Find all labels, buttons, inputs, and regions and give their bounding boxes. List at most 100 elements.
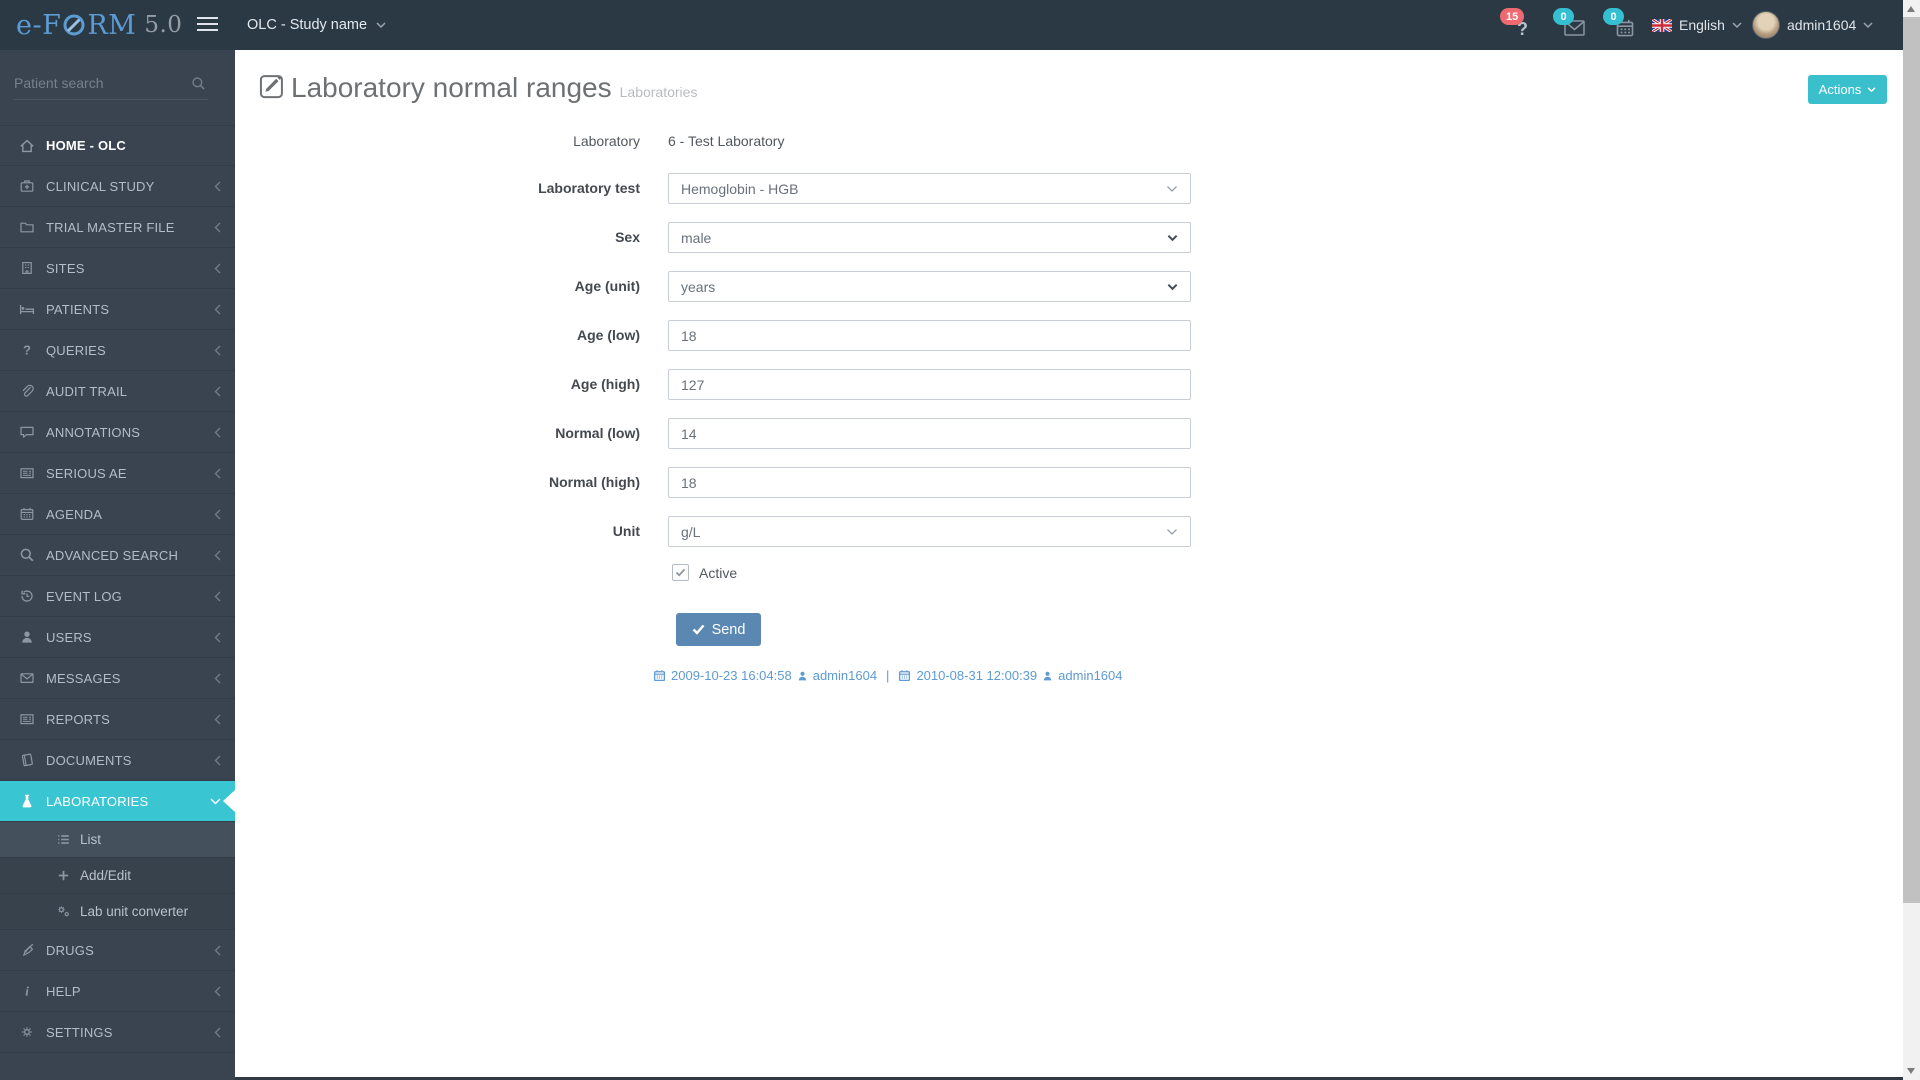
created-by-link[interactable]: admin1604 xyxy=(813,668,877,683)
language-selector[interactable]: English xyxy=(1652,0,1742,50)
submenu-item-add-edit[interactable]: Add/Edit xyxy=(0,858,235,894)
page-subtitle: Laboratories xyxy=(619,84,698,100)
sidebar-item-users[interactable]: USERS xyxy=(0,617,235,658)
age-low-input[interactable] xyxy=(668,320,1191,351)
sidebar-item-help[interactable]: i HELP xyxy=(0,971,235,1012)
newspaper-icon xyxy=(18,465,35,481)
calendar-icon xyxy=(899,670,911,682)
sidebar-item-laboratories[interactable]: LABORATORIES xyxy=(0,781,235,822)
sidebar-item-settings[interactable]: SETTINGS xyxy=(0,1012,235,1053)
sidebar-item-serious-ae[interactable]: SERIOUS AE xyxy=(0,453,235,494)
form-row-age-low: Age (low) xyxy=(235,320,1903,351)
unit-select[interactable]: g/L xyxy=(668,516,1191,547)
chevron-down-icon xyxy=(1167,234,1178,242)
chevron-down-icon xyxy=(1166,528,1178,536)
chevron-down-icon xyxy=(1867,86,1876,92)
sidebar-item-trial-master-file[interactable]: TRIAL MASTER FILE xyxy=(0,207,235,248)
list-icon xyxy=(56,832,71,847)
submenu-item-list[interactable]: List xyxy=(0,822,235,858)
active-checkbox[interactable] xyxy=(672,564,689,581)
sidebar-item-home[interactable]: HOME - OLC xyxy=(0,125,235,166)
edit-pencil-square-icon xyxy=(258,72,286,100)
sidebar-item-sites[interactable]: SITES xyxy=(0,248,235,289)
chevron-left-icon xyxy=(214,986,221,997)
unit-label: Unit xyxy=(612,523,640,539)
form-row-age-high: Age (high) xyxy=(235,369,1903,400)
sex-label: Sex xyxy=(615,229,640,245)
laboratory-test-label: Laboratory test xyxy=(538,180,640,196)
audit-separator: | xyxy=(886,668,890,683)
sidebar-item-annotations[interactable]: ANNOTATIONS xyxy=(0,412,235,453)
sidebar-toggle-hamburger-icon[interactable] xyxy=(197,17,218,33)
form-row-laboratory: Laboratory 6 - Test Laboratory xyxy=(235,133,1903,164)
sidebar-item-clinical-study[interactable]: CLINICAL STUDY xyxy=(0,166,235,207)
normal-high-label: Normal (high) xyxy=(549,474,640,490)
normal-low-label: Normal (low) xyxy=(555,425,640,441)
created-date-link[interactable]: 2009-10-23 16:04:58 xyxy=(671,668,792,683)
sex-select[interactable]: male xyxy=(668,222,1191,253)
chevron-left-icon xyxy=(214,550,221,561)
help-button[interactable]: 15 ? xyxy=(1500,8,1540,44)
logo-text-prefix: e-F xyxy=(16,9,62,41)
username-label: admin1604 xyxy=(1787,17,1857,33)
question-icon: ? xyxy=(18,342,35,358)
search-icon xyxy=(18,547,35,563)
user-menu[interactable]: admin1604 xyxy=(1752,0,1873,50)
sidebar-item-event-log[interactable]: EVENT LOG xyxy=(0,576,235,617)
language-label: English xyxy=(1679,17,1725,33)
send-button[interactable]: Send xyxy=(676,613,761,646)
logo-text-suffix: RM xyxy=(87,9,137,41)
normal-low-input[interactable] xyxy=(668,418,1191,449)
age-high-input[interactable] xyxy=(668,369,1191,400)
app-logo: e-F RM 5.0 xyxy=(16,0,182,50)
age-unit-select[interactable]: years xyxy=(668,271,1191,302)
sidebar-item-audit-trail[interactable]: AUDIT TRAIL xyxy=(0,371,235,412)
laboratories-submenu: List Add/Edit Lab unit converter xyxy=(0,822,235,930)
scrollbar-up-arrow[interactable] xyxy=(1907,6,1915,12)
chevron-left-icon xyxy=(214,427,221,438)
form-row-laboratory-test: Laboratory test Hemoglobin - HGB xyxy=(235,173,1903,204)
envelope-icon xyxy=(18,670,35,686)
chevron-left-icon xyxy=(214,632,221,643)
actions-button[interactable]: Actions xyxy=(1808,75,1887,104)
laboratory-test-select[interactable]: Hemoglobin - HGB xyxy=(668,173,1191,204)
sidebar-item-agenda[interactable]: AGENDA xyxy=(0,494,235,535)
sidebar-item-advanced-search[interactable]: ADVANCED SEARCH xyxy=(0,535,235,576)
sidebar-item-messages[interactable]: MESSAGES xyxy=(0,658,235,699)
normal-high-input[interactable] xyxy=(668,467,1191,498)
sidebar-item-queries[interactable]: ? QUERIES xyxy=(0,330,235,371)
user-icon xyxy=(18,629,35,645)
top-navbar: e-F RM 5.0 OLC - Study name 15 ? 0 0 Eng… xyxy=(0,0,1903,50)
check-icon xyxy=(692,624,704,635)
patient-search-input[interactable] xyxy=(14,68,182,98)
chevron-left-icon xyxy=(214,181,221,192)
laboratory-value: 6 - Test Laboratory xyxy=(668,133,785,149)
scrollbar-down-arrow[interactable] xyxy=(1907,1068,1915,1074)
chevron-left-icon xyxy=(214,1027,221,1038)
agenda-button[interactable]: 0 xyxy=(1603,8,1643,44)
chevron-down-icon xyxy=(1732,21,1742,28)
chevron-left-icon xyxy=(214,222,221,233)
sidebar-item-drugs[interactable]: DRUGS xyxy=(0,930,235,971)
scrollbar-thumb[interactable] xyxy=(1903,17,1920,903)
modified-by-link[interactable]: admin1604 xyxy=(1058,668,1122,683)
patient-search xyxy=(14,68,208,100)
vertical-scrollbar[interactable] xyxy=(1903,0,1920,1080)
search-icon[interactable] xyxy=(191,76,206,91)
modified-date-link[interactable]: 2010-08-31 12:00:39 xyxy=(916,668,1037,683)
study-selector[interactable]: OLC - Study name xyxy=(247,0,386,50)
messages-button[interactable]: 0 xyxy=(1553,8,1593,44)
book-icon xyxy=(18,752,35,768)
sidebar-item-reports[interactable]: REPORTS xyxy=(0,699,235,740)
laboratory-label: Laboratory xyxy=(573,133,640,149)
age-high-label: Age (high) xyxy=(570,376,640,392)
logo-version: 5.0 xyxy=(144,12,183,38)
info-icon: i xyxy=(18,983,35,999)
sidebar-item-patients[interactable]: PATIENTS xyxy=(0,289,235,330)
page-title: Laboratory normal ranges Laboratories xyxy=(291,72,698,103)
avatar xyxy=(1752,11,1780,39)
submenu-item-lab-unit-converter[interactable]: Lab unit converter xyxy=(0,894,235,930)
sidebar-item-documents[interactable]: DOCUMENTS xyxy=(0,740,235,781)
form-row-age-unit: Age (unit) years xyxy=(235,271,1903,302)
chevron-left-icon xyxy=(214,673,221,684)
